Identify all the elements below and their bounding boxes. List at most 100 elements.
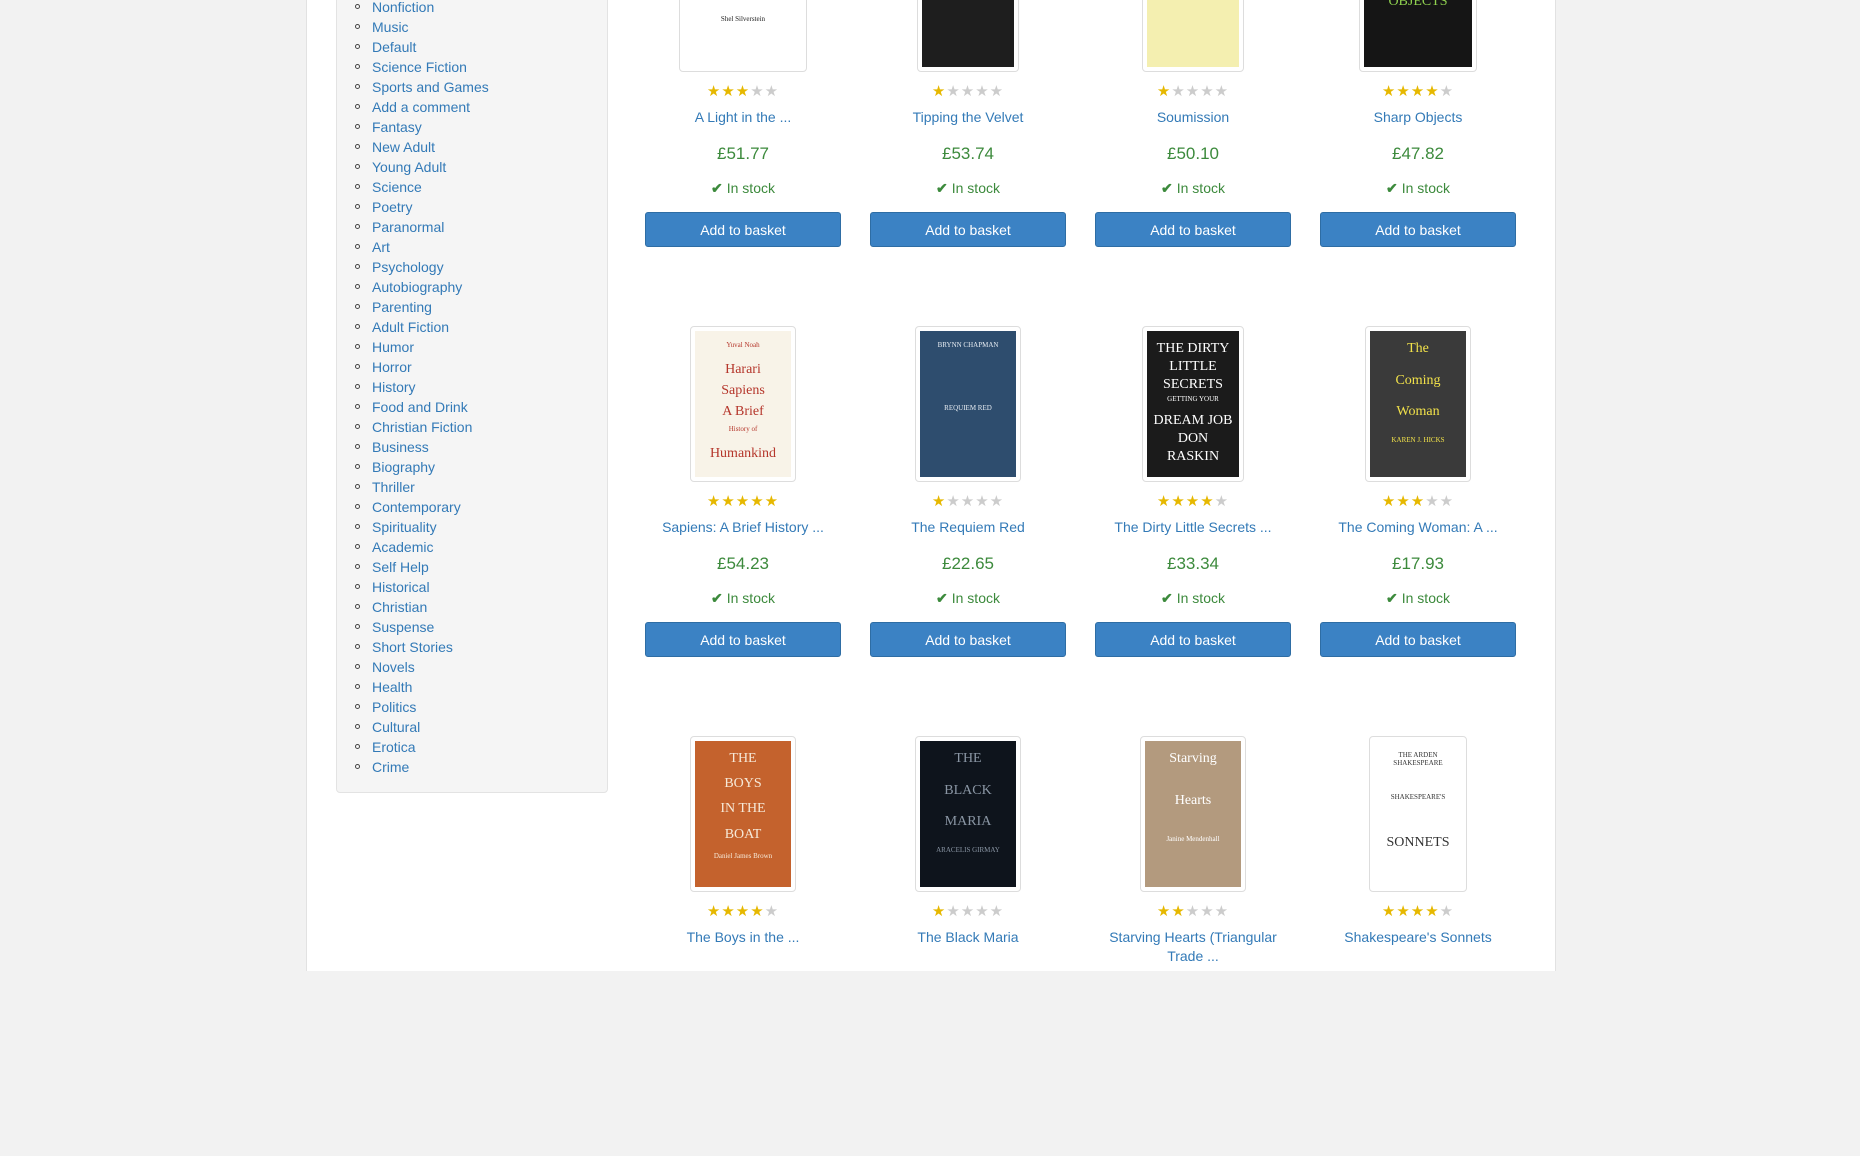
book-title-link[interactable]: The Coming Woman: A ... — [1338, 519, 1497, 535]
category-link[interactable]: Fantasy — [372, 119, 422, 135]
book-cover-link[interactable]: THE ARDEN SHAKESPEARE SHAKESPEARE'S SONNET… — [1369, 736, 1467, 892]
category-link[interactable]: Science — [372, 179, 422, 195]
book-title-link[interactable]: A Light in the ... — [695, 109, 792, 125]
add-to-basket-button[interactable]: Add to basket — [1320, 212, 1516, 247]
book-title-link[interactable]: The Requiem Red — [911, 519, 1025, 535]
category-link[interactable]: Poetry — [372, 199, 412, 215]
category-link[interactable]: Crime — [372, 759, 409, 775]
category-link[interactable]: Contemporary — [372, 499, 461, 515]
star-icon: ★ — [1381, 83, 1397, 100]
category-link[interactable]: History — [372, 379, 416, 395]
bullet-icon — [355, 284, 360, 289]
book-title: The Requiem Red — [870, 518, 1066, 537]
cover-text: SONNETS — [1386, 835, 1450, 850]
category-link[interactable]: Parenting — [372, 299, 432, 315]
book-cover-link[interactable]: SHARPOBJECTS — [1359, 0, 1477, 72]
star-icon: ★ — [1171, 903, 1186, 920]
book-cover-link[interactable]: poems anddrawings byShel Silverstein — [679, 0, 807, 72]
category-link[interactable]: Spirituality — [372, 519, 437, 535]
category-link[interactable]: Young Adult — [372, 159, 446, 175]
category-link[interactable]: Biography — [372, 459, 435, 475]
book-title-link[interactable]: The Black Maria — [917, 929, 1018, 945]
book-title-link[interactable]: Tipping the Velvet — [913, 109, 1024, 125]
book-title-link[interactable]: Starving Hearts (Triangular Trade ... — [1109, 929, 1277, 964]
add-to-basket-button[interactable]: Add to basket — [1095, 212, 1291, 247]
bullet-icon — [355, 4, 360, 9]
category-link[interactable]: Academic — [372, 539, 433, 555]
book-price: £51.77 — [717, 144, 769, 163]
book-title-link[interactable]: Sapiens: A Brief History ... — [662, 519, 824, 535]
book-cover-image: poems anddrawings byShel Silverstein — [684, 0, 802, 67]
category-link[interactable]: Horror — [372, 359, 412, 375]
check-icon: ✔ — [1161, 180, 1173, 196]
category-link[interactable]: Business — [372, 439, 429, 455]
category-link[interactable]: Historical — [372, 579, 430, 595]
star-icon: ★ — [1214, 493, 1230, 510]
category-link[interactable]: Erotica — [372, 739, 416, 755]
category-link[interactable]: Suspense — [372, 619, 434, 635]
book-cover-link[interactable]: The Coming Woman KAREN J. HICKS — [1365, 326, 1471, 482]
category-link[interactable]: Autobiography — [372, 279, 462, 295]
add-to-basket-button[interactable]: Add to basket — [645, 212, 841, 247]
category-link[interactable]: Science Fiction — [372, 59, 467, 75]
category-item: Spirituality — [355, 517, 437, 537]
product-card: poems anddrawings byShel Silverstein★★★★… — [645, 0, 841, 336]
category-link[interactable]: Music — [372, 19, 409, 35]
book-cover-link[interactable]: TIPPINGTHE VELVET — [917, 0, 1019, 72]
book-title-link[interactable]: Shakespeare's Sonnets — [1344, 929, 1491, 945]
category-link[interactable]: Self Help — [372, 559, 429, 575]
category-link[interactable]: Short Stories — [372, 639, 453, 655]
category-link[interactable]: Adult Fiction — [372, 319, 449, 335]
category-link[interactable]: Christian Fiction — [372, 419, 472, 435]
category-link[interactable]: Paranormal — [372, 219, 444, 235]
add-to-basket-button[interactable]: Add to basket — [645, 622, 841, 657]
star-icon: ★ — [1156, 903, 1172, 920]
category-link[interactable]: New Adult — [372, 139, 435, 155]
category-link[interactable]: Psychology — [372, 259, 444, 275]
add-to-basket-button[interactable]: Add to basket — [870, 622, 1066, 657]
category-link[interactable]: Food and Drink — [372, 399, 468, 415]
add-to-basket-button[interactable]: Add to basket — [1320, 622, 1516, 657]
book-title-link[interactable]: Sharp Objects — [1374, 109, 1463, 125]
star-rating: ★★★★★ — [645, 902, 841, 920]
book-title-link[interactable]: The Boys in the ... — [687, 929, 800, 945]
book-cover-link[interactable]: Starving Hearts Janine Mendenhall — [1140, 736, 1246, 892]
category-link[interactable]: Nonfiction — [372, 0, 434, 15]
book-cover-link[interactable]: THE BLACK MARIA ARACELIS GIRMAY — [915, 736, 1021, 892]
category-link[interactable]: Add a comment — [372, 99, 470, 115]
bullet-icon — [355, 624, 360, 629]
book-cover-link[interactable]: THE DIRTY LITTLE SECRETS GETTING YOUR DREAM … — [1142, 326, 1244, 482]
bullet-icon — [355, 544, 360, 549]
add-to-basket-button[interactable]: Add to basket — [870, 212, 1066, 247]
availability-status: ✔ In stock — [645, 180, 841, 197]
category-item: Horror — [355, 357, 412, 377]
cover-text: History of — [728, 425, 758, 433]
category-link[interactable]: Art — [372, 239, 390, 255]
bullet-icon — [355, 704, 360, 709]
add-to-basket-button[interactable]: Add to basket — [1095, 622, 1291, 657]
category-link[interactable]: Sports and Games — [372, 79, 489, 95]
book-title-link[interactable]: Soumission — [1157, 109, 1229, 125]
category-link[interactable]: Novels — [372, 659, 415, 675]
book-cover-link[interactable]: Flammarion — [1142, 0, 1244, 72]
bullet-icon — [355, 364, 360, 369]
book-title-link[interactable]: The Dirty Little Secrets ... — [1114, 519, 1271, 535]
category-link[interactable]: Christian — [372, 599, 427, 615]
category-link[interactable]: Cultural — [372, 719, 420, 735]
book-cover-image: THE DIRTY LITTLE SECRETS GETTING YOUR DREAM … — [1147, 331, 1239, 477]
book-cover-link[interactable]: Yuval Noah Harari Sapiens A Brief History of… — [690, 326, 796, 482]
category-link[interactable]: Health — [372, 679, 412, 695]
category-link[interactable]: Politics — [372, 699, 416, 715]
category-link[interactable]: Thriller — [372, 479, 415, 495]
star-icon: ★ — [975, 493, 990, 510]
book-cover-link[interactable]: THE BOYS IN THE BOAT Daniel James Brown — [690, 736, 796, 892]
book-cover-link[interactable]: BRYNN CHAPMAN REQUIEM RED — [915, 326, 1021, 482]
category-item: History — [355, 377, 416, 397]
category-link[interactable]: Default — [372, 39, 416, 55]
star-icon: ★ — [1439, 493, 1455, 510]
bullet-icon — [355, 224, 360, 229]
product-card: BRYNN CHAPMAN REQUIEM RED ★★★★★ The Requiem… — [870, 326, 1066, 746]
category-link[interactable]: Humor — [372, 339, 414, 355]
star-icon: ★ — [1156, 493, 1172, 510]
book-title: Sapiens: A Brief History ... — [645, 518, 841, 537]
